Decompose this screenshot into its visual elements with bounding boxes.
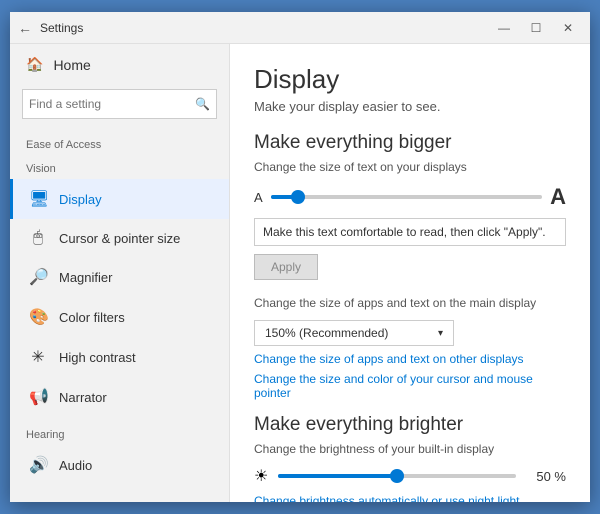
sidebar-item-color[interactable]: 🎨 Color filters	[10, 297, 229, 337]
sidebar-item-magnifier-label: Magnifier	[59, 270, 112, 285]
brightness-low-icon: ☀	[254, 466, 268, 486]
display-icon: 🖥	[29, 189, 47, 209]
brightness-slider-fill	[278, 474, 397, 478]
text-size-slider-thumb[interactable]	[291, 190, 305, 204]
brightness-desc: Change the brightness of your built-in d…	[254, 442, 566, 456]
sidebar-item-audio-label: Audio	[59, 458, 92, 473]
title-bar: ← Settings — ☐ ✕	[10, 12, 590, 44]
content-area: 🏠 Home 🔍 Ease of Access Vision 🖥 Display…	[10, 44, 590, 502]
text-size-desc: Change the size of text on your displays	[254, 160, 566, 174]
sidebar-item-display-label: Display	[59, 192, 102, 207]
sidebar-item-magnifier[interactable]: 🔎 Magnifier	[10, 257, 229, 297]
scale-dropdown-row: 150% (Recommended) ▾	[254, 320, 566, 346]
magnifier-icon: 🔎	[29, 267, 47, 287]
sidebar-item-cursor[interactable]: 🖱 Cursor & pointer size	[10, 219, 229, 257]
section1-title: Make everything bigger	[254, 132, 566, 154]
home-label: Home	[53, 57, 90, 73]
back-button[interactable]: ←	[18, 20, 32, 36]
preview-text-box: Make this text comfortable to read, then…	[254, 218, 566, 246]
audio-icon: 🔊	[29, 455, 47, 475]
brightness-slider-thumb[interactable]	[390, 469, 404, 483]
sidebar-item-narrator[interactable]: 📢 Narrator	[10, 377, 229, 417]
page-subtitle: Make your display easier to see.	[254, 99, 566, 114]
text-size-slider-track[interactable]	[271, 195, 542, 199]
sidebar-item-display[interactable]: 🖥 Display	[10, 179, 229, 219]
ease-of-access-label: Ease of Access	[10, 131, 229, 155]
close-button[interactable]: ✕	[554, 17, 582, 39]
main-panel: Display Make your display easier to see.…	[230, 44, 590, 502]
window-controls: — ☐ ✕	[490, 17, 582, 39]
sidebar-item-audio[interactable]: 🔊 Audio	[10, 445, 229, 485]
maximize-button[interactable]: ☐	[522, 17, 550, 39]
sidebar-item-contrast[interactable]: ✳ High contrast	[10, 337, 229, 377]
scale-dropdown[interactable]: 150% (Recommended) ▾	[254, 320, 454, 346]
sidebar-item-cursor-label: Cursor & pointer size	[59, 231, 180, 246]
text-size-slider-row: A A	[254, 184, 566, 210]
sidebar-item-contrast-label: High contrast	[59, 350, 136, 365]
sidebar-search-box[interactable]: 🔍	[22, 89, 217, 119]
minimize-button[interactable]: —	[490, 17, 518, 39]
small-a-label: A	[254, 190, 263, 205]
chevron-down-icon: ▾	[438, 328, 443, 339]
color-icon: 🎨	[29, 307, 47, 327]
settings-window: ← Settings — ☐ ✕ 🏠 Home 🔍 Ease of Access…	[10, 12, 590, 502]
title-bar-title: Settings	[40, 21, 490, 35]
other-displays-link[interactable]: Change the size of apps and text on othe…	[254, 352, 566, 366]
contrast-icon: ✳	[29, 347, 47, 367]
scale-dropdown-value: 150% (Recommended)	[265, 326, 388, 340]
home-icon: 🏠	[26, 56, 43, 73]
vision-label: Vision	[10, 155, 229, 179]
page-title: Display	[254, 64, 566, 95]
brightness-percent: 50 %	[526, 469, 566, 484]
apply-button[interactable]: Apply	[254, 254, 318, 280]
narrator-icon: 📢	[29, 387, 47, 407]
brightness-slider-row: ☀ 50 %	[254, 466, 566, 486]
sidebar-item-color-label: Color filters	[59, 310, 125, 325]
brightness-slider-track[interactable]	[278, 474, 516, 478]
search-input[interactable]	[29, 97, 195, 111]
section2-title: Make everything brighter	[254, 414, 566, 436]
sidebar-home[interactable]: 🏠 Home	[10, 44, 229, 85]
sidebar: 🏠 Home 🔍 Ease of Access Vision 🖥 Display…	[10, 44, 230, 502]
cursor-icon: 🖱	[29, 229, 47, 247]
big-a-label: A	[550, 184, 566, 210]
sidebar-item-narrator-label: Narrator	[59, 390, 107, 405]
cursor-link[interactable]: Change the size and color of your cursor…	[254, 372, 566, 400]
apps-text-desc: Change the size of apps and text on the …	[254, 296, 566, 310]
search-icon: 🔍	[195, 97, 210, 111]
hearing-label: Hearing	[10, 417, 229, 445]
night-light-link[interactable]: Change brightness automatically or use n…	[254, 494, 566, 502]
